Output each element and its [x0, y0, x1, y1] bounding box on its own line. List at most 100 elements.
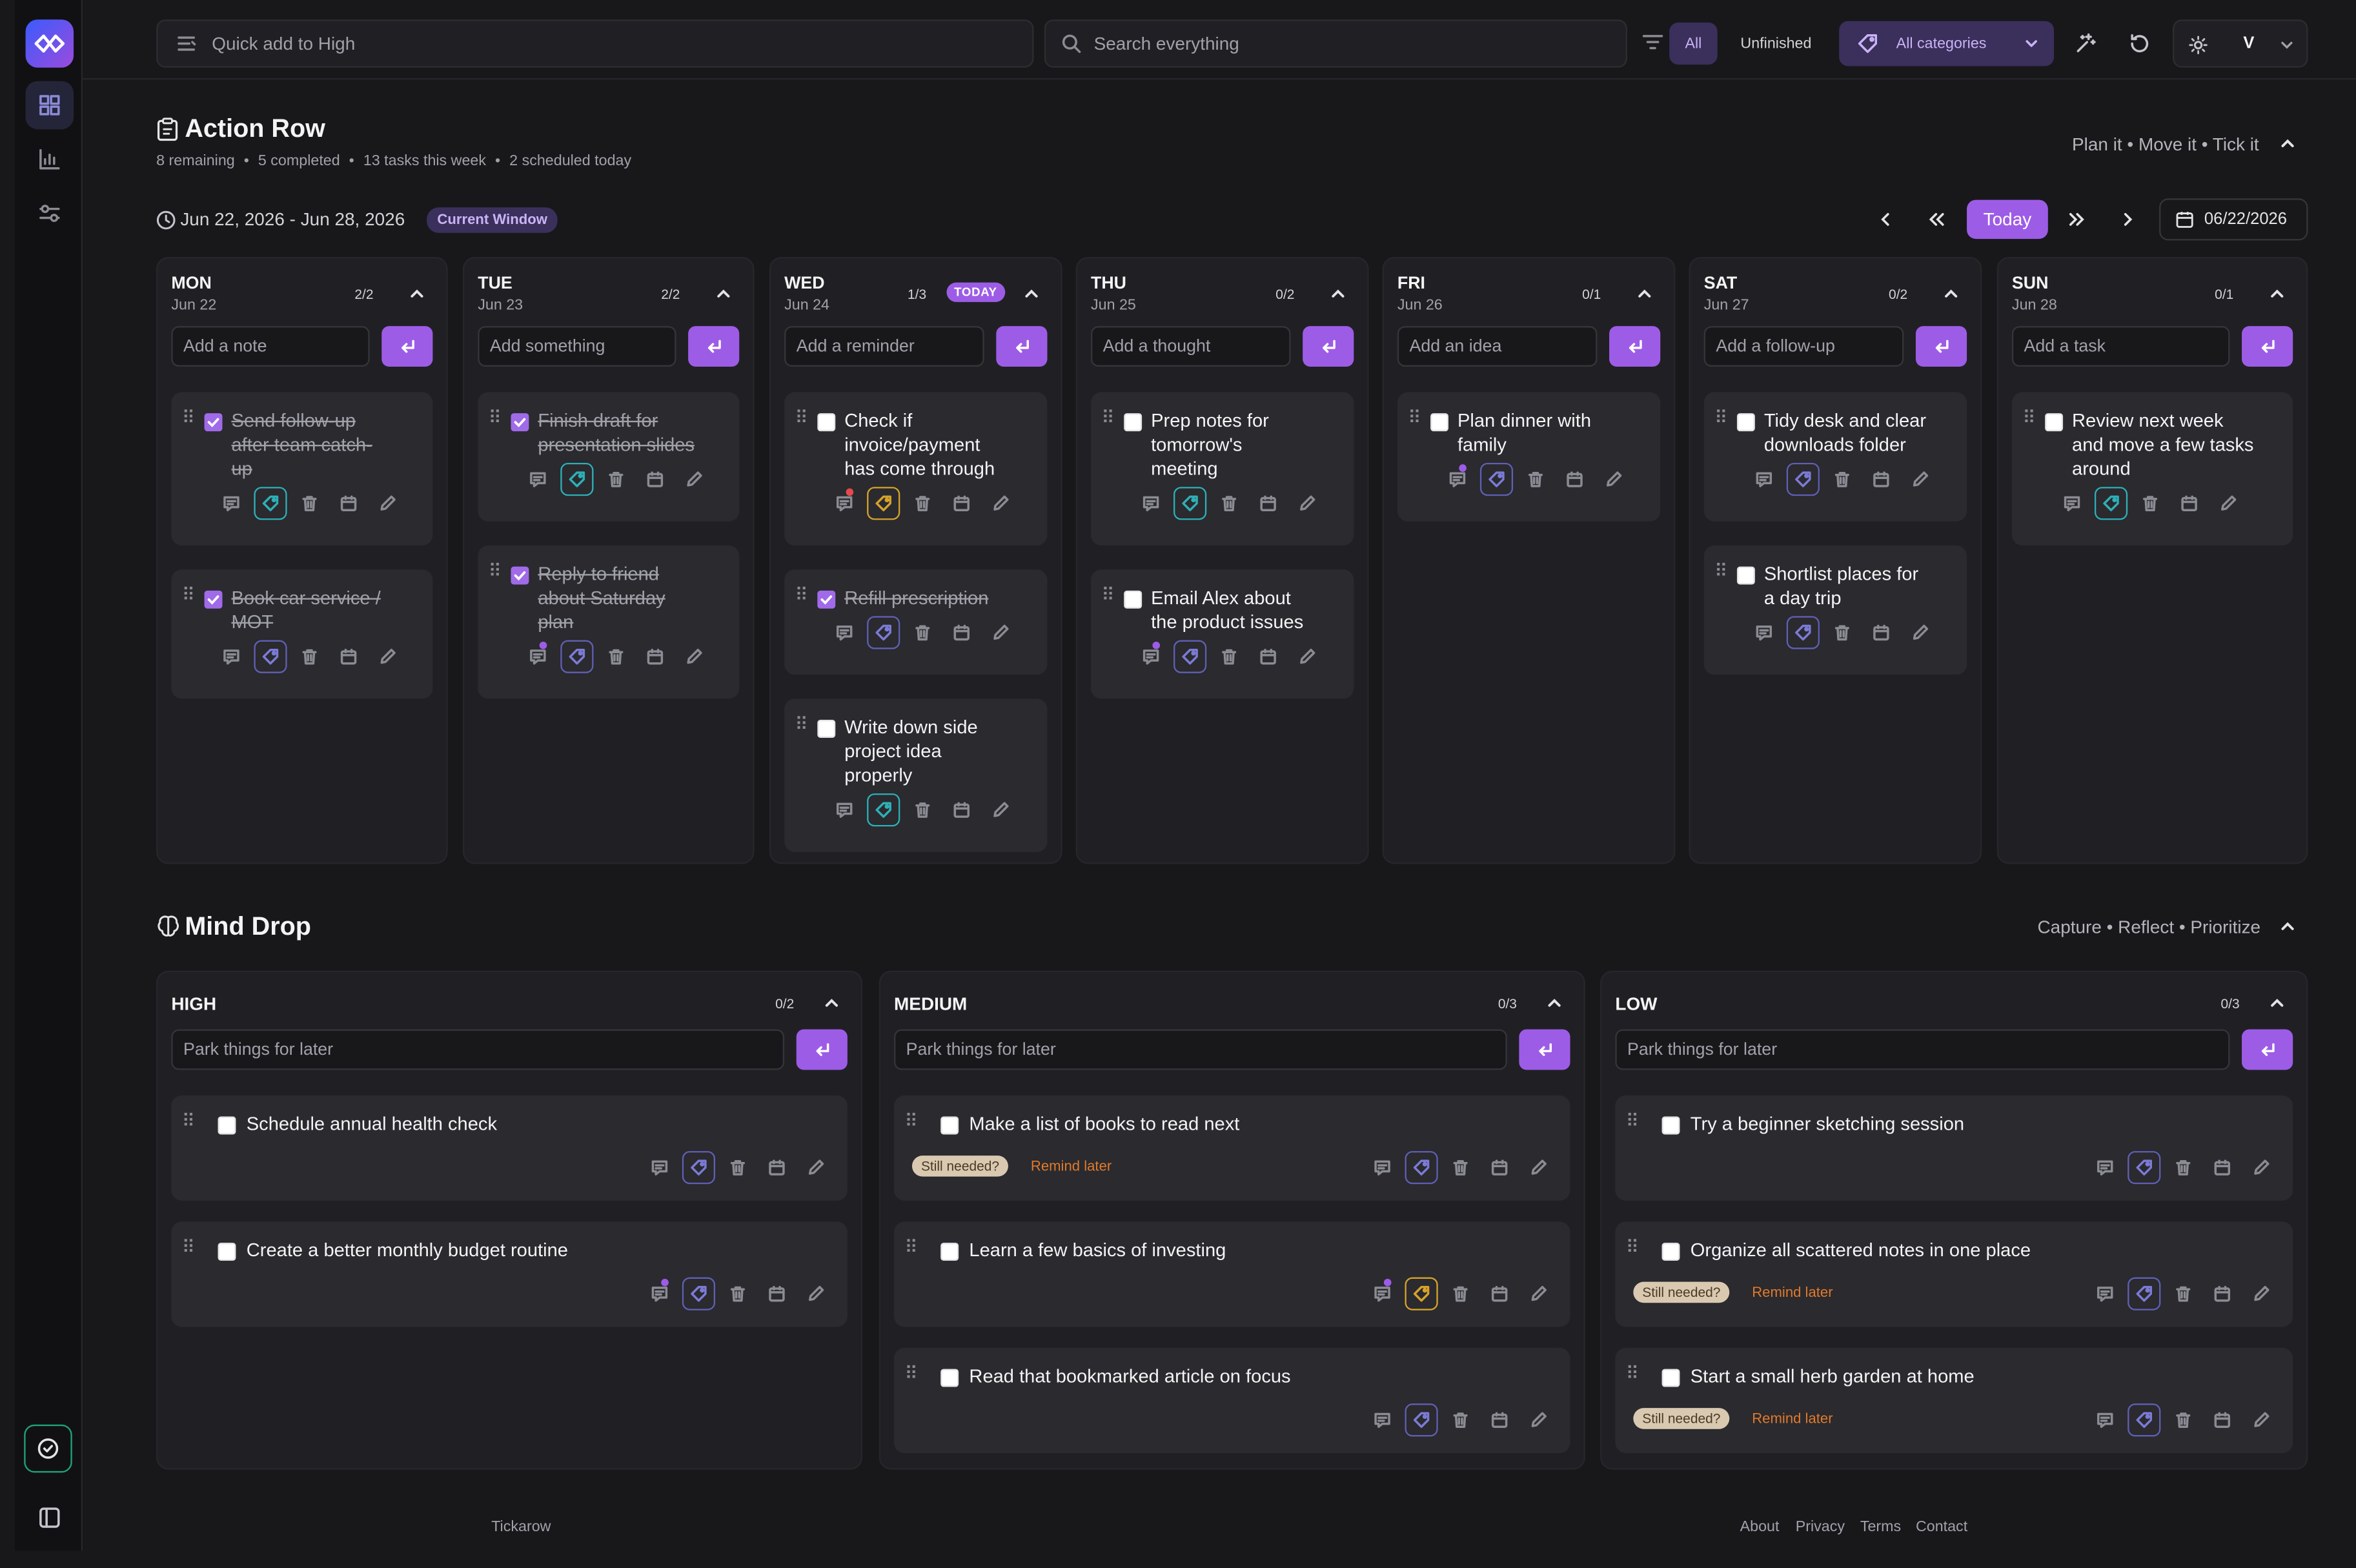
drag-handle-icon[interactable]: ⠿: [2022, 409, 2035, 427]
edit-icon[interactable]: [2245, 1403, 2278, 1436]
edit-icon[interactable]: [1904, 463, 1936, 496]
task-checkbox[interactable]: [511, 566, 529, 585]
comment-icon[interactable]: [643, 1278, 676, 1310]
stats-icon[interactable]: [26, 136, 74, 183]
tag-icon[interactable]: [2128, 1277, 2161, 1310]
trash-icon[interactable]: [1444, 1403, 1477, 1436]
calendar-icon[interactable]: [1252, 640, 1285, 673]
trash-icon[interactable]: [1444, 1278, 1477, 1310]
add-task-enter-button[interactable]: [381, 326, 433, 367]
collapse-priority-icon[interactable]: [2269, 995, 2286, 1012]
tag-icon[interactable]: [254, 487, 287, 520]
edit-icon[interactable]: [1522, 1278, 1555, 1310]
tag-icon[interactable]: [867, 793, 900, 827]
trash-icon[interactable]: [600, 640, 633, 673]
add-task-enter-button[interactable]: [996, 326, 1048, 367]
drag-handle-icon[interactable]: ⠿: [795, 715, 807, 733]
calendar-icon[interactable]: [760, 1151, 793, 1184]
comment-icon[interactable]: [522, 463, 554, 496]
drag-handle-icon[interactable]: ⠿: [1714, 409, 1727, 427]
tag-icon[interactable]: [682, 1151, 716, 1185]
trash-icon[interactable]: [721, 1151, 754, 1184]
drag-handle-icon[interactable]: ⠿: [182, 586, 195, 604]
filter-unfinished-button[interactable]: Unfinished: [1728, 23, 1824, 65]
tag-icon[interactable]: [2094, 487, 2128, 520]
edit-icon[interactable]: [1291, 640, 1324, 673]
calendar-icon[interactable]: [1558, 463, 1591, 496]
add-task-input[interactable]: Add an idea: [1397, 326, 1598, 367]
drag-handle-icon[interactable]: ⠿: [1101, 586, 1114, 604]
trash-icon[interactable]: [1213, 640, 1246, 673]
edit-icon[interactable]: [1597, 463, 1630, 496]
collapse-day-icon[interactable]: [409, 285, 425, 302]
tag-icon[interactable]: [560, 462, 594, 496]
drag-handle-icon[interactable]: ⠿: [182, 1112, 195, 1130]
still-needed-badge[interactable]: Still needed?: [911, 1156, 1009, 1177]
next-day-icon[interactable]: [2118, 210, 2137, 229]
tag-icon[interactable]: [867, 487, 900, 520]
edit-icon[interactable]: [678, 463, 711, 496]
comment-icon[interactable]: [215, 487, 248, 520]
edit-icon[interactable]: [1522, 1403, 1555, 1436]
next-week-icon[interactable]: [2066, 210, 2087, 229]
filter-icon[interactable]: [1641, 30, 1665, 54]
refresh-icon[interactable]: [2128, 32, 2151, 56]
task-checkbox[interactable]: [940, 1369, 959, 1387]
tag-icon[interactable]: [1405, 1277, 1438, 1310]
still-needed-badge[interactable]: Still needed?: [1633, 1408, 1730, 1429]
task-checkbox[interactable]: [940, 1116, 959, 1135]
drag-handle-icon[interactable]: ⠿: [1626, 1365, 1639, 1383]
trash-icon[interactable]: [1444, 1151, 1477, 1184]
add-task-enter-button[interactable]: [688, 326, 740, 367]
calendar-icon[interactable]: [945, 793, 978, 826]
task-checkbox[interactable]: [204, 413, 223, 432]
tag-icon[interactable]: [2128, 1403, 2161, 1437]
drag-handle-icon[interactable]: ⠿: [904, 1238, 917, 1256]
edit-icon[interactable]: [984, 793, 1017, 826]
comment-icon[interactable]: [1441, 463, 1474, 496]
comment-icon[interactable]: [1366, 1151, 1399, 1184]
tag-icon[interactable]: [1479, 462, 1514, 496]
remind-later-link[interactable]: Remind later: [1752, 1411, 1833, 1428]
comment-icon[interactable]: [1134, 487, 1167, 520]
drag-handle-icon[interactable]: ⠿: [489, 409, 502, 427]
calendar-icon[interactable]: [1865, 463, 1898, 496]
edit-icon[interactable]: [984, 616, 1017, 649]
comment-icon[interactable]: [2089, 1403, 2122, 1436]
app-logo[interactable]: [25, 19, 74, 68]
tag-icon[interactable]: [1786, 616, 1820, 649]
comment-icon[interactable]: [2089, 1151, 2122, 1184]
park-task-enter-button[interactable]: [2242, 1029, 2293, 1070]
tag-icon[interactable]: [867, 616, 900, 649]
completed-check-icon[interactable]: [24, 1424, 72, 1473]
task-checkbox[interactable]: [1124, 413, 1142, 432]
task-checkbox[interactable]: [511, 413, 529, 432]
edit-icon[interactable]: [1904, 616, 1936, 649]
comment-icon[interactable]: [828, 793, 861, 826]
trash-icon[interactable]: [1213, 487, 1246, 520]
trash-icon[interactable]: [906, 793, 939, 826]
task-checkbox[interactable]: [1124, 590, 1142, 609]
edit-icon[interactable]: [1291, 487, 1324, 520]
trash-icon[interactable]: [1825, 463, 1858, 496]
collapse-mind-drop-icon[interactable]: [2279, 918, 2296, 935]
collapse-day-icon[interactable]: [1023, 285, 1040, 302]
comment-icon[interactable]: [522, 640, 554, 673]
add-task-input[interactable]: Add a reminder: [784, 326, 984, 367]
park-task-enter-button[interactable]: [1519, 1029, 1570, 1070]
calendar-icon[interactable]: [945, 616, 978, 649]
comment-icon[interactable]: [643, 1151, 676, 1184]
drag-handle-icon[interactable]: ⠿: [795, 409, 807, 427]
remind-later-link[interactable]: Remind later: [1752, 1285, 1833, 1301]
tag-icon[interactable]: [560, 640, 594, 673]
task-checkbox[interactable]: [1661, 1369, 1680, 1387]
drag-handle-icon[interactable]: ⠿: [182, 1238, 195, 1256]
footer-terms-link[interactable]: Terms: [1860, 1519, 1901, 1536]
edit-icon[interactable]: [799, 1151, 832, 1184]
user-menu[interactable]: V: [2172, 19, 2308, 68]
comment-icon[interactable]: [2055, 487, 2088, 520]
theme-sun-icon[interactable]: [2188, 35, 2209, 56]
drag-handle-icon[interactable]: ⠿: [1101, 409, 1114, 427]
magic-sparkle-icon[interactable]: [2073, 32, 2097, 56]
settings-sliders-icon[interactable]: [26, 189, 74, 237]
